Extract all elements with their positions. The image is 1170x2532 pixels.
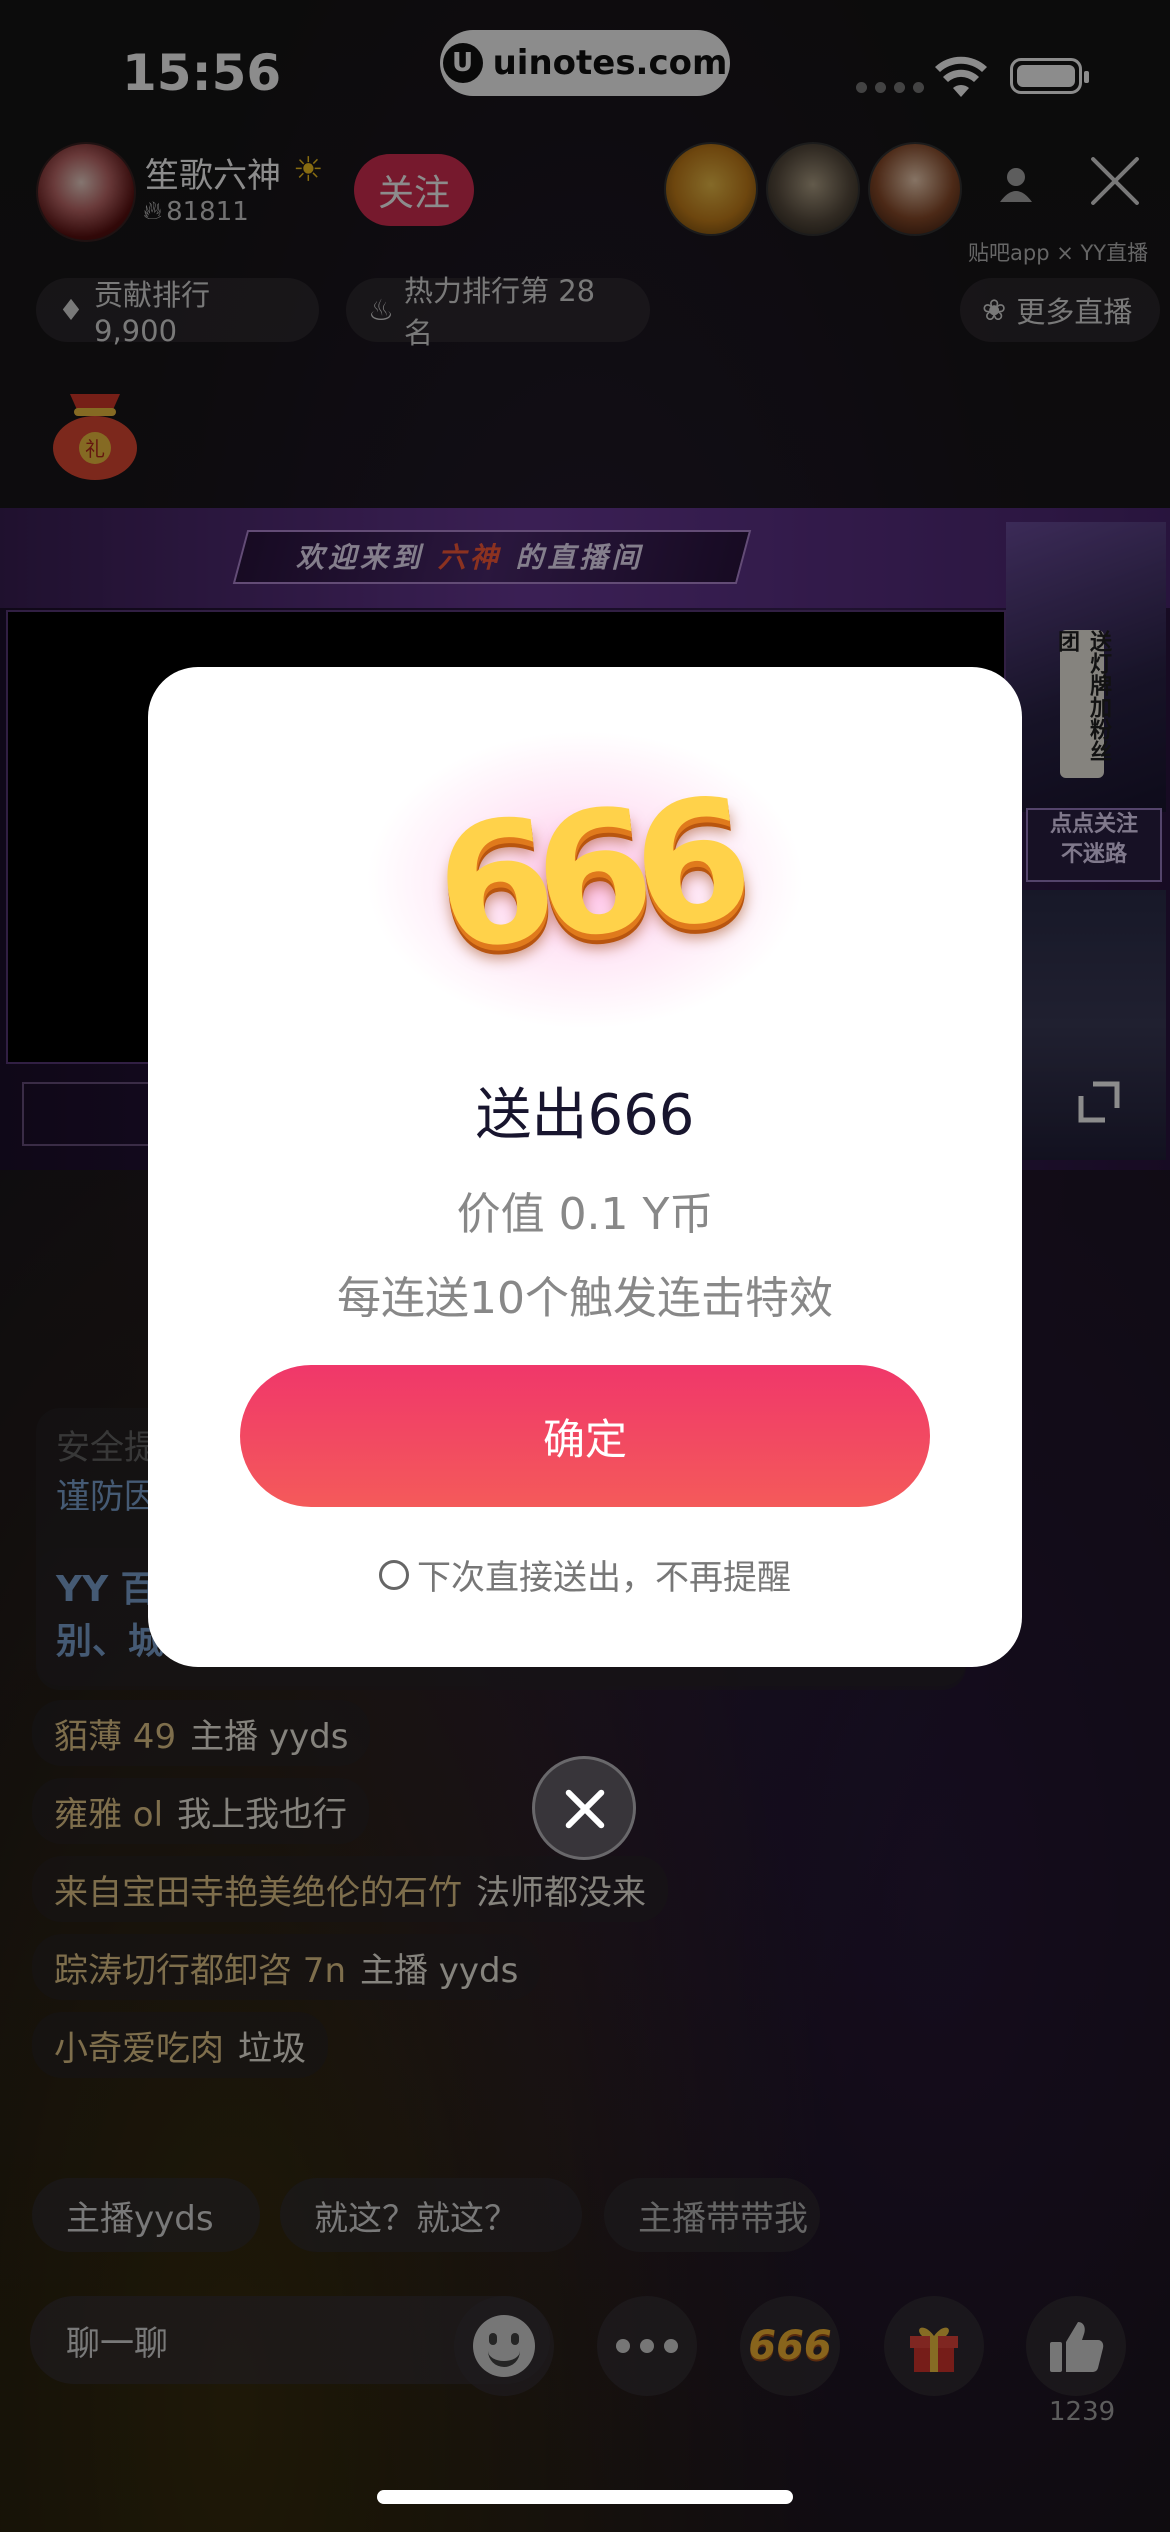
dialog-title: 送出666 <box>475 1083 695 1148</box>
dont-remind-radio[interactable] <box>379 1559 409 1590</box>
gift-666-artwork: 666 <box>400 762 770 988</box>
close-dialog-button[interactable] <box>532 1756 636 1860</box>
dont-remind-option[interactable]: 下次直接送出，不再提醒 <box>148 1550 1022 1599</box>
gift-666-art-text: 666 <box>427 762 743 988</box>
confirm-button[interactable]: 确定 <box>240 1365 930 1507</box>
gift-value: 价值 0.1 Y币 <box>456 1189 714 1240</box>
home-indicator <box>377 2490 793 2504</box>
combo-effect-hint: 每连送10个触发连击特效 <box>337 1273 833 1324</box>
dont-remind-label: 下次直接送出，不再提醒 <box>417 1558 791 1598</box>
